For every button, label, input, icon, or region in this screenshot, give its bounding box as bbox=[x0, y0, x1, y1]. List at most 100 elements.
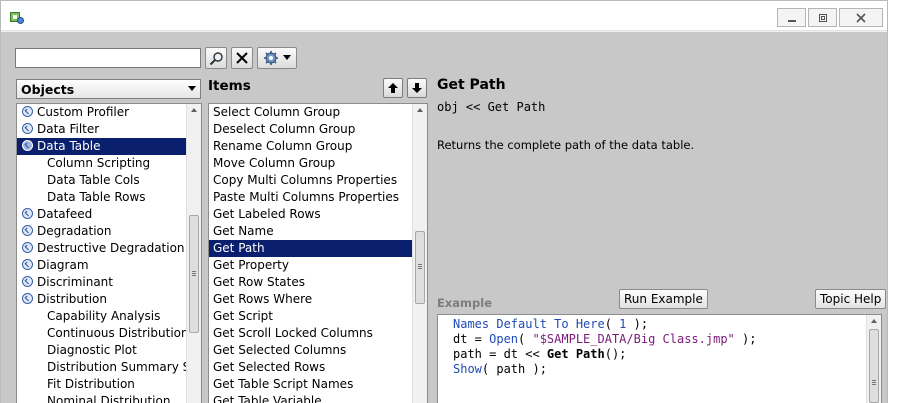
code-line-3: path = dt << Get Path(); bbox=[453, 347, 627, 361]
objects-list-scrollbar[interactable] bbox=[186, 104, 201, 403]
objects-list-item[interactable]: Data Filter bbox=[17, 121, 201, 138]
code-line-1: Names Default To Here( 1 ); bbox=[453, 317, 649, 331]
objects-list-item[interactable]: Custom Profiler bbox=[17, 104, 201, 121]
scripting-index-panel: Objects Custom Profiler Data Filter Data T… bbox=[1, 32, 887, 403]
objects-list-item[interactable]: Data Table Cols bbox=[17, 172, 201, 189]
items-list-item[interactable]: Get Table Script Names bbox=[209, 376, 427, 393]
close-window-button[interactable] bbox=[839, 8, 883, 27]
scroll-up-arrow-icon[interactable] bbox=[191, 108, 197, 112]
items-list-item[interactable]: Select Column Group bbox=[209, 104, 427, 121]
example-code-editor[interactable]: Names Default To Here( 1 ); dt = Open( "… bbox=[437, 314, 882, 403]
move-down-button[interactable] bbox=[407, 78, 427, 98]
items-list-item[interactable]: Get Labeled Rows bbox=[209, 206, 427, 223]
code-line-2: dt = Open( "$SAMPLE_DATA/Big Class.jmp" … bbox=[453, 332, 757, 346]
objects-list-item[interactable]: Distribution Summary Stat bbox=[17, 359, 201, 376]
items-list[interactable]: Select Column Group Deselect Column Group… bbox=[208, 103, 428, 403]
items-list-item[interactable]: Get Table Variable bbox=[209, 393, 427, 403]
minimize-button[interactable] bbox=[777, 8, 806, 27]
objects-list-item[interactable]: Fit Distribution bbox=[17, 376, 201, 393]
items-list-item[interactable]: Rename Column Group bbox=[209, 138, 427, 155]
objects-list-item-label: Data Table bbox=[37, 139, 101, 153]
objects-list-item-label: Capability Analysis bbox=[47, 309, 161, 323]
clear-x-icon bbox=[236, 52, 248, 64]
objects-list-item-label: Destructive Degradation bbox=[37, 241, 185, 255]
detail-title: Get Path bbox=[437, 77, 506, 93]
collapse-toggle-icon[interactable] bbox=[22, 140, 33, 151]
objects-dropdown[interactable]: Objects bbox=[16, 79, 201, 99]
collapse-toggle-icon[interactable] bbox=[22, 242, 33, 253]
objects-list[interactable]: Custom Profiler Data Filter Data Table Colu… bbox=[16, 103, 202, 403]
options-menu-button[interactable] bbox=[257, 47, 297, 69]
objects-list-item-label: Datafeed bbox=[37, 207, 93, 221]
items-list-item[interactable]: Get Selected Rows bbox=[209, 359, 427, 376]
code-scrollbar-thumb[interactable] bbox=[869, 329, 879, 403]
search-input[interactable] bbox=[15, 48, 201, 68]
run-example-button[interactable]: Run Example bbox=[619, 289, 708, 309]
objects-list-item-label: Data Filter bbox=[37, 122, 100, 136]
search-button[interactable] bbox=[205, 47, 227, 69]
collapse-toggle-icon[interactable] bbox=[22, 293, 33, 304]
detail-syntax: obj << Get Path bbox=[437, 100, 546, 114]
code-line-4: Show( path ); bbox=[453, 362, 547, 376]
clear-search-button[interactable] bbox=[231, 47, 253, 69]
arrow-down-icon bbox=[412, 83, 422, 93]
collapse-toggle-icon[interactable] bbox=[22, 225, 33, 236]
objects-list-item-label: Distribution bbox=[37, 292, 108, 306]
objects-list-item[interactable]: Datafeed bbox=[17, 206, 201, 223]
items-list-item[interactable]: Get Rows Where bbox=[209, 291, 427, 308]
items-list-item[interactable]: Get Name bbox=[209, 223, 427, 240]
items-list-item[interactable]: Copy Multi Columns Properties bbox=[209, 172, 427, 189]
objects-list-item[interactable]: Diagnostic Plot bbox=[17, 342, 201, 359]
close-icon bbox=[856, 12, 866, 23]
collapse-toggle-icon[interactable] bbox=[22, 106, 33, 117]
items-list-item[interactable]: Paste Multi Columns Properties bbox=[209, 189, 427, 206]
objects-list-item-label: Fit Distribution bbox=[47, 377, 135, 391]
objects-list-item[interactable]: Nominal Distribution bbox=[17, 393, 201, 403]
objects-list-item-label: Data Table Cols bbox=[47, 173, 140, 187]
code-scrollbar[interactable] bbox=[866, 315, 881, 403]
items-list-item[interactable]: Get Property bbox=[209, 257, 427, 274]
items-list-item[interactable]: Get Scroll Locked Columns bbox=[209, 325, 427, 342]
magnifier-icon bbox=[209, 51, 223, 65]
app-window: Objects Custom Profiler Data Filter Data T… bbox=[0, 0, 888, 403]
objects-list-item[interactable]: Destructive Degradation bbox=[17, 240, 201, 257]
items-list-item[interactable]: Move Column Group bbox=[209, 155, 427, 172]
objects-list-item-label: Custom Profiler bbox=[37, 105, 130, 119]
move-up-button[interactable] bbox=[383, 78, 403, 98]
collapse-toggle-icon[interactable] bbox=[22, 259, 33, 270]
scroll-up-arrow-icon[interactable] bbox=[417, 108, 423, 112]
scroll-up-arrow-icon[interactable] bbox=[871, 319, 877, 323]
items-list-item[interactable]: Get Path bbox=[209, 240, 427, 257]
arrow-up-icon bbox=[388, 83, 398, 93]
collapse-toggle-icon[interactable] bbox=[22, 123, 33, 134]
example-code[interactable]: Names Default To Here( 1 ); dt = Open( "… bbox=[438, 315, 881, 377]
objects-list-item[interactable]: Degradation bbox=[17, 223, 201, 240]
objects-list-item-label: Discriminant bbox=[37, 275, 113, 289]
grip-icon bbox=[872, 380, 876, 385]
grip-icon bbox=[418, 264, 422, 269]
objects-list-item[interactable]: Diagram bbox=[17, 257, 201, 274]
items-scrollbar-thumb[interactable] bbox=[415, 231, 425, 304]
objects-list-item-label: Degradation bbox=[37, 224, 112, 238]
objects-list-item[interactable]: Distribution bbox=[17, 291, 201, 308]
objects-list-item[interactable]: Capability Analysis bbox=[17, 308, 201, 325]
objects-scrollbar-thumb[interactable] bbox=[189, 215, 199, 333]
collapse-toggle-icon[interactable] bbox=[22, 276, 33, 287]
items-list-scrollbar[interactable] bbox=[412, 104, 427, 403]
objects-list-item[interactable]: Data Table bbox=[17, 138, 201, 155]
objects-list-item[interactable]: Continuous Distribution bbox=[17, 325, 201, 342]
topic-help-button[interactable]: Topic Help bbox=[815, 289, 887, 309]
items-list-item[interactable]: Deselect Column Group bbox=[209, 121, 427, 138]
chevron-down-icon bbox=[283, 55, 291, 60]
restore-button[interactable] bbox=[808, 8, 837, 27]
objects-list-item-label: Column Scripting bbox=[47, 156, 151, 170]
objects-list-item[interactable]: Discriminant bbox=[17, 274, 201, 291]
items-list-item[interactable]: Get Row States bbox=[209, 274, 427, 291]
objects-list-item[interactable]: Data Table Rows bbox=[17, 189, 201, 206]
objects-list-item-label: Continuous Distribution bbox=[47, 326, 189, 340]
items-list-item[interactable]: Get Selected Columns bbox=[209, 342, 427, 359]
objects-list-item-label: Diagram bbox=[37, 258, 89, 272]
collapse-toggle-icon[interactable] bbox=[22, 208, 33, 219]
items-list-item[interactable]: Get Script bbox=[209, 308, 427, 325]
objects-list-item[interactable]: Column Scripting bbox=[17, 155, 201, 172]
